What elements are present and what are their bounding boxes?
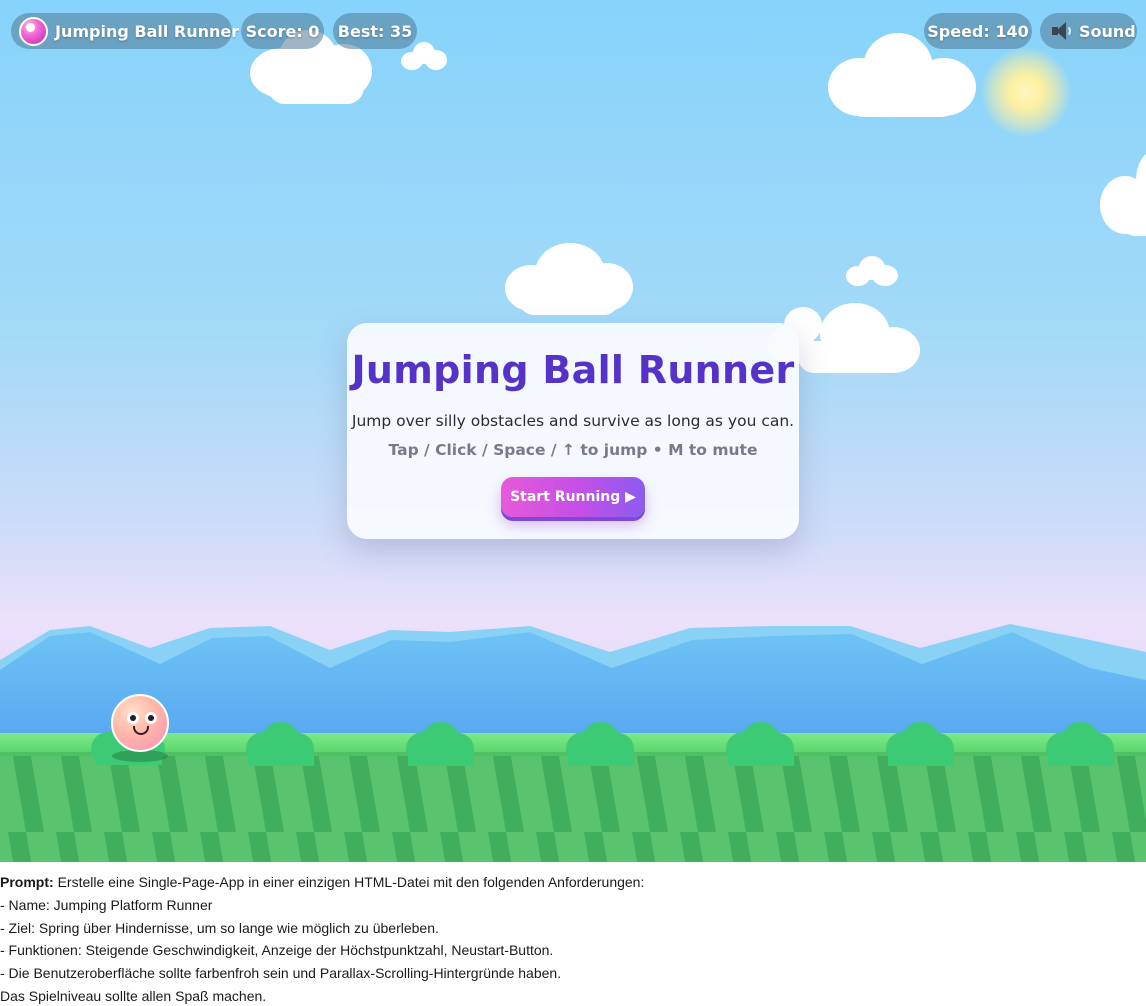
game-stage[interactable]: Jumping Ball Runner Score: 0 Best: 35 Sp… [0,0,1146,862]
prompt-line: - Funktionen: Steigende Geschwindigkeit,… [0,942,554,959]
prompt-text: Prompt: Erstelle eine Single-Page-App in… [0,871,1146,1006]
speaker-icon [1050,21,1072,41]
speed-badge: Speed: 140 [924,13,1032,49]
start-running-button[interactable]: Start Running ▶ [501,477,645,517]
score-badge: Score: 0 [241,13,324,49]
ball-logo-icon [19,16,48,46]
eye-right [145,712,157,724]
hud-title-badge: Jumping Ball Runner [11,13,239,49]
prompt-first-line: Prompt: Erstelle eine Single-Page-App in… [0,871,1146,894]
prompt-line: - Ziel: Spring über Hindernisse, um so l… [0,919,439,936]
sound-label: Sound [1079,21,1136,41]
best-score-badge: Best: 35 [333,13,417,49]
prompt-intro: Erstelle eine Single-Page-App in einer e… [57,874,645,890]
dialog-title: Jumping Ball Runner [351,348,795,392]
prompt-line: - Die Benutzeroberfläche sollte farbenfr… [0,965,562,982]
ball-body [111,694,169,752]
prompt-line: - Name: Jumping Platform Runner [0,896,213,913]
ground [0,753,1146,862]
smile [133,726,149,735]
start-dialog: Jumping Ball Runner Jump over silly obst… [347,323,799,539]
player-ball [110,694,170,764]
game-title: Jumping Ball Runner [55,21,240,41]
controls-hint: Tap / Click / Space / ↑ to jump • M to m… [388,441,758,459]
dialog-subtitle: Jump over silly obstacles and survive as… [351,412,795,430]
sound-toggle-button[interactable]: Sound [1040,13,1137,49]
prompt-label: Prompt: [0,874,54,890]
eye-left [127,712,139,724]
prompt-line: Das Spielniveau sollte allen Spaß machen… [0,987,267,1004]
